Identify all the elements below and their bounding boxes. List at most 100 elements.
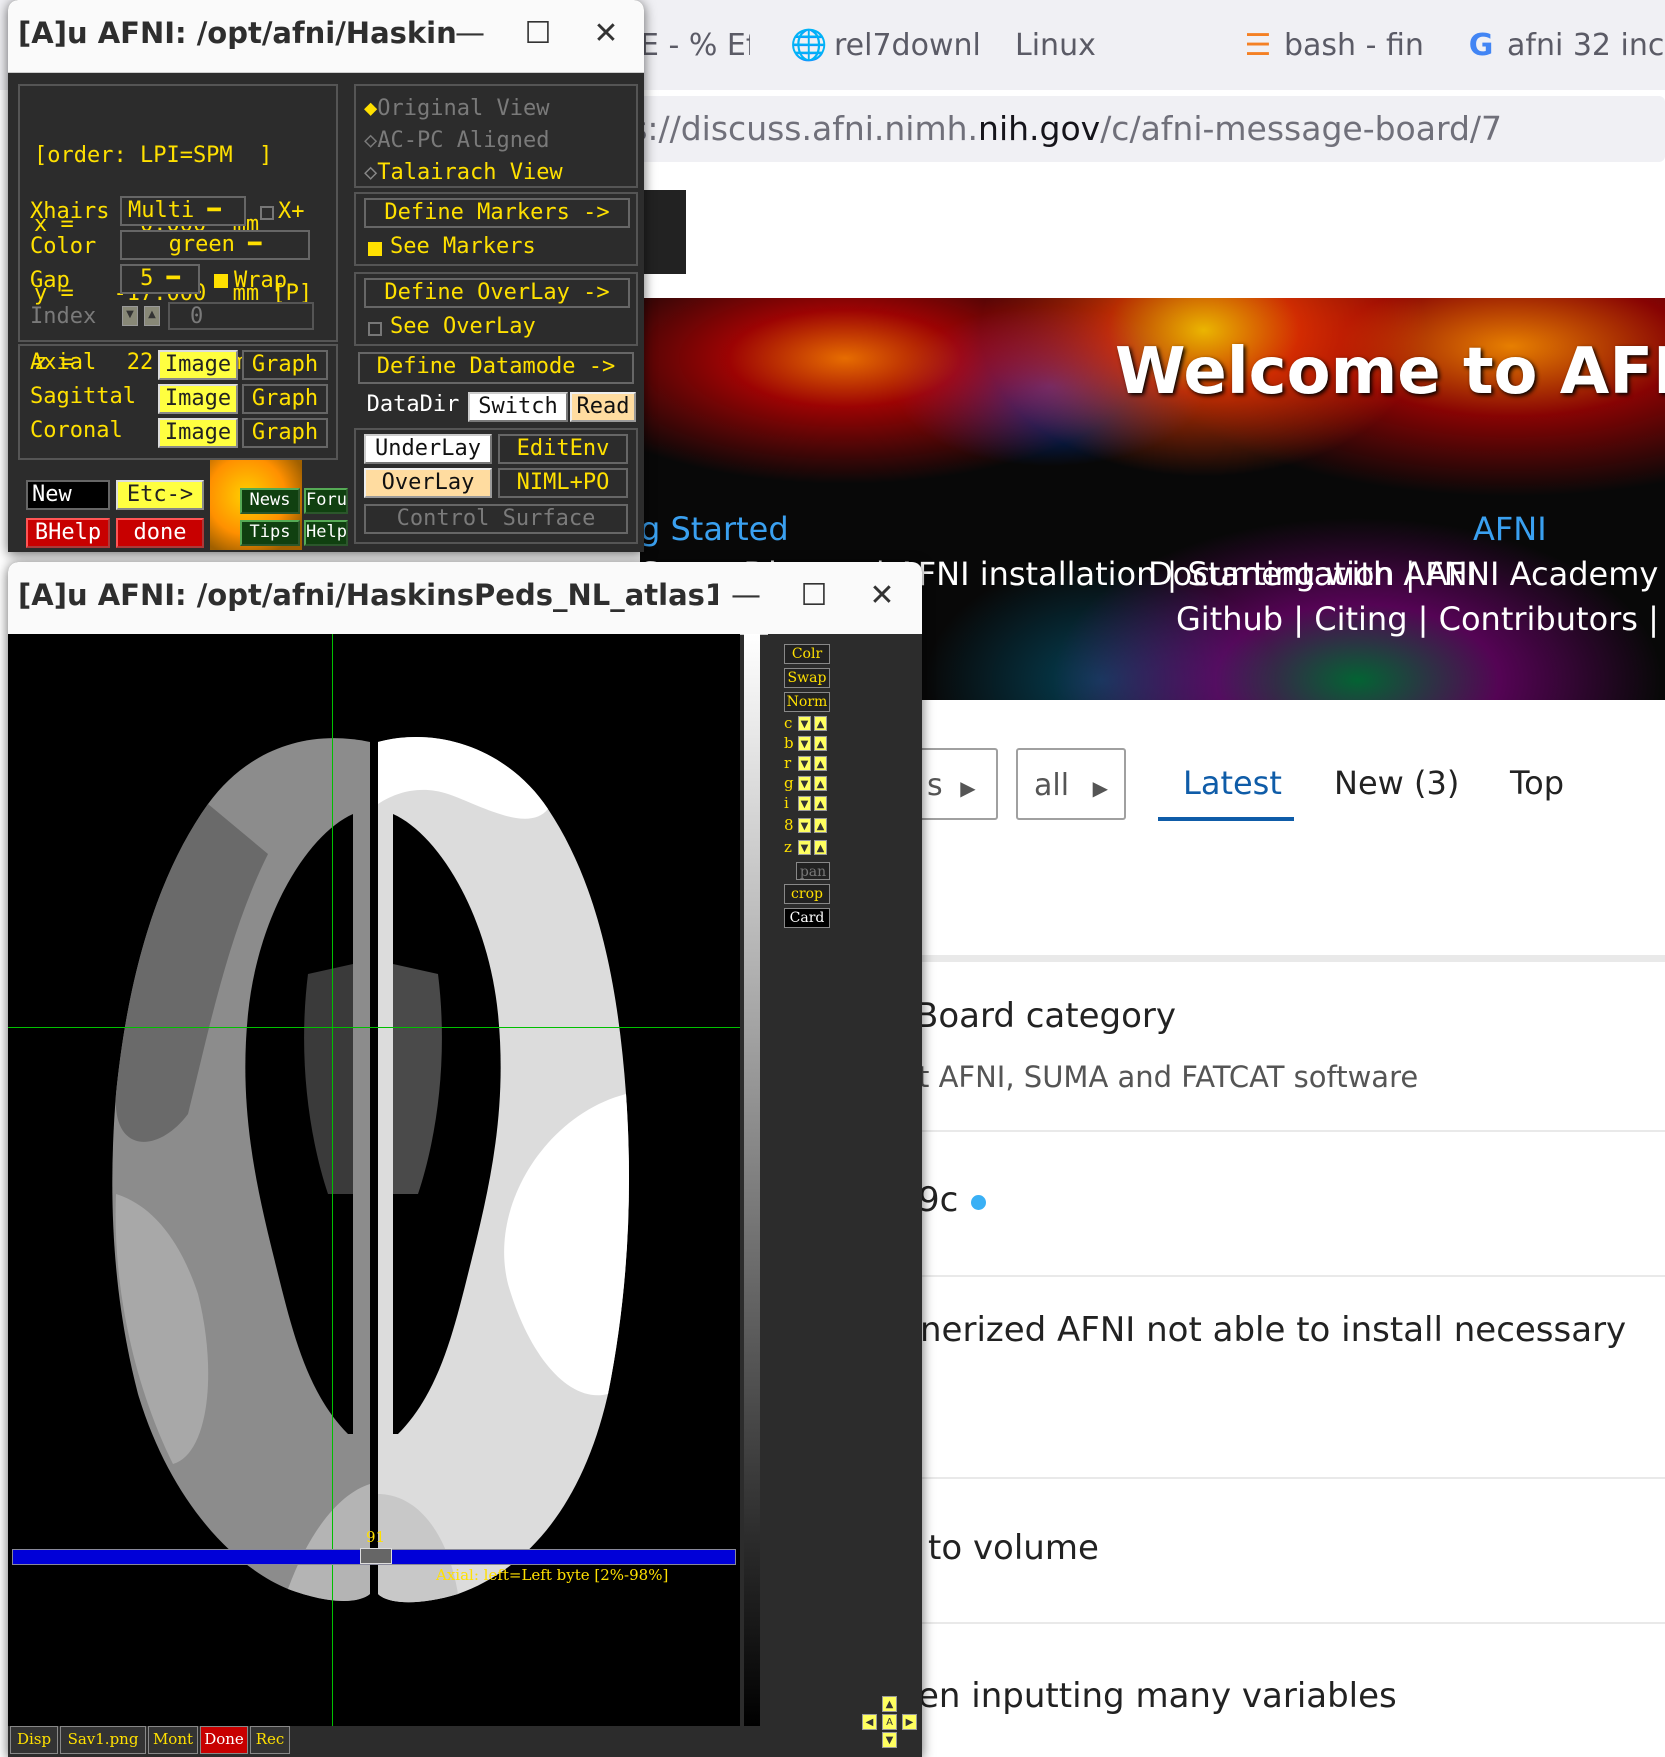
underlay-button[interactable]: UnderLay (364, 434, 492, 464)
browser-tab-2[interactable]: 🌐 rel7downl (790, 22, 990, 70)
topic-row-4[interactable]: en inputting many variables (918, 1676, 1397, 1716)
viewer-titlebar[interactable]: [A]u AFNI: /opt/afni/HaskinsPeds_NL_atla… (8, 562, 922, 635)
intensity-colorbar[interactable] (744, 634, 760, 1726)
see-markers-checkbox[interactable] (368, 242, 382, 256)
browser-tab-4[interactable]: ☰bash - find (1240, 22, 1425, 70)
tips-button[interactable]: Tips (240, 520, 300, 546)
brightness-down-arrow[interactable]: ▼ (798, 736, 811, 751)
tab-top[interactable]: Top (1510, 764, 1564, 802)
colr-button[interactable]: Colr (784, 644, 830, 664)
opacity-down-arrow[interactable]: ▼ (798, 818, 811, 833)
sagittal-image-button[interactable]: Image (158, 384, 238, 414)
index-field[interactable]: 0 (168, 302, 314, 330)
rotate-up-arrow[interactable]: ▲ (814, 756, 827, 771)
pan-button[interactable]: pan (796, 862, 830, 880)
sagittal-graph-button[interactable]: Graph (242, 384, 328, 414)
rotate-down-arrow[interactable]: ▼ (798, 756, 811, 771)
close-icon[interactable]: ✕ (586, 14, 626, 54)
norm-button[interactable]: Norm (784, 692, 830, 712)
wrap-checkbox[interactable] (214, 274, 228, 288)
talairach-view-radio[interactable]: ◇Talairach View (364, 160, 563, 185)
gap-menu[interactable]: 5 ━ (120, 264, 200, 294)
switch-button[interactable]: Switch (468, 392, 568, 422)
disp-button[interactable]: Disp (10, 1726, 58, 1754)
forum-button[interactable]: Foru (304, 488, 348, 514)
topic-row-1[interactable]: 9c (918, 1180, 958, 1220)
news-button[interactable]: News (240, 488, 300, 514)
viewer-done-button[interactable]: Done (200, 1726, 248, 1754)
arrow-up-icon[interactable]: ▲ (882, 1696, 897, 1712)
bhelp-button[interactable]: BHelp (26, 518, 110, 548)
afni-brain-logo[interactable] (640, 190, 686, 274)
define-overlay-button[interactable]: Define OverLay -> (364, 278, 630, 308)
contrast-down-arrow[interactable]: ▼ (798, 716, 811, 731)
auto-center-icon[interactable]: A (882, 1714, 897, 1730)
editenv-button[interactable]: EditEnv (498, 434, 628, 464)
niml-po-button[interactable]: NIML+PO (498, 468, 628, 498)
documentation-links[interactable]: Documentation | AFNI Academy vide (1148, 555, 1665, 593)
arrow-right-icon[interactable]: ▶ (902, 1714, 917, 1730)
browser-tab-5[interactable]: Gafni 32 inc (1463, 22, 1665, 70)
arrow-left-icon[interactable]: ◀ (862, 1714, 877, 1730)
brightness-up-arrow[interactable]: ▲ (814, 736, 827, 751)
axial-graph-button[interactable]: Graph (242, 350, 328, 380)
done-button[interactable]: done (116, 518, 204, 548)
topic-row-2[interactable]: nerized AFNI not able to install necessa… (920, 1310, 1626, 1350)
topic-row-3[interactable]: to volume (928, 1528, 1099, 1568)
slice-slider-thumb[interactable] (360, 1548, 392, 1564)
maximize-icon[interactable]: ☐ (794, 576, 834, 616)
record-button[interactable]: Rec (250, 1726, 290, 1754)
gamma-up-arrow[interactable]: ▲ (814, 776, 827, 791)
control-surface-button[interactable]: Control Surface (364, 504, 628, 534)
image-fraction-down-arrow[interactable]: ▼ (798, 796, 811, 811)
coronal-graph-button[interactable]: Graph (242, 418, 328, 448)
maximize-icon[interactable]: ☐ (518, 14, 558, 54)
zoom-down-arrow[interactable]: ▼ (798, 840, 811, 855)
browser-tab-1[interactable]: E - % Ef (640, 22, 750, 70)
montage-button[interactable]: Mont (148, 1726, 198, 1754)
browser-tab-3[interactable]: Linux (1015, 22, 1125, 70)
new-button[interactable]: New (26, 480, 110, 510)
minimize-icon[interactable]: — (450, 14, 490, 54)
swap-button[interactable]: Swap (784, 668, 830, 688)
overlay-button[interactable]: OverLay (364, 468, 492, 498)
controller-titlebar[interactable]: [A]u AFNI: /opt/afni/Haskin... — ☐ ✕ (8, 0, 644, 73)
color-menu[interactable]: green ━ (120, 230, 310, 260)
acpc-view-radio[interactable]: ◇AC-PC Aligned (364, 128, 549, 153)
url-bar[interactable]: os://discuss.afni.nimh.nih.gov/c/afni-me… (610, 96, 1665, 162)
github-links[interactable]: Github | Citing | Contributors | SSC (1176, 600, 1665, 638)
tab-new[interactable]: New (3) (1334, 764, 1459, 802)
define-markers-button[interactable]: Define Markers -> (364, 198, 630, 228)
read-button[interactable]: Read (570, 392, 636, 422)
tab-latest[interactable]: Latest (1183, 764, 1282, 802)
xhairs-menu[interactable]: Multi ━ (120, 196, 246, 226)
category-title[interactable]: Board category (915, 996, 1176, 1036)
index-up-arrow[interactable]: ▲ (144, 306, 160, 326)
etc-button[interactable]: Etc-> (116, 480, 204, 510)
axial-image-button[interactable]: Image (158, 350, 238, 380)
opacity-up-arrow[interactable]: ▲ (814, 818, 827, 833)
afni-controller-window: [A]u AFNI: /opt/afni/Haskin... — ☐ ✕ [or… (8, 0, 644, 552)
caret-right-icon: ▶ (1092, 776, 1108, 800)
minimize-icon[interactable]: — (726, 576, 766, 616)
tags-dropdown[interactable]: all ▶ (1016, 748, 1126, 820)
index-down-arrow[interactable]: ▼ (122, 306, 138, 326)
define-datamode-button[interactable]: Define Datamode -> (358, 352, 634, 384)
see-overlay-checkbox[interactable] (368, 322, 382, 336)
coronal-image-button[interactable]: Image (158, 418, 238, 448)
gamma-down-arrow[interactable]: ▼ (798, 776, 811, 791)
contrast-up-arrow[interactable]: ▲ (814, 716, 827, 731)
close-icon[interactable]: ✕ (862, 576, 902, 616)
card-button[interactable]: Card (784, 908, 830, 928)
zoom-up-arrow[interactable]: ▲ (814, 840, 827, 855)
xplus-checkbox[interactable] (260, 206, 274, 220)
help-button[interactable]: Help (304, 520, 348, 546)
image-fraction-up-arrow[interactable]: ▲ (814, 796, 827, 811)
crosshair-horizontal (8, 1027, 740, 1028)
diamond-outline-icon: ◇ (364, 128, 378, 153)
arrow-down-icon[interactable]: ▼ (882, 1732, 897, 1748)
crop-button[interactable]: crop (784, 884, 830, 904)
afni-heading: AFNI (1473, 510, 1547, 548)
original-view-radio[interactable]: ◆Original View (364, 96, 549, 121)
save-button[interactable]: Sav1.png (60, 1726, 146, 1754)
